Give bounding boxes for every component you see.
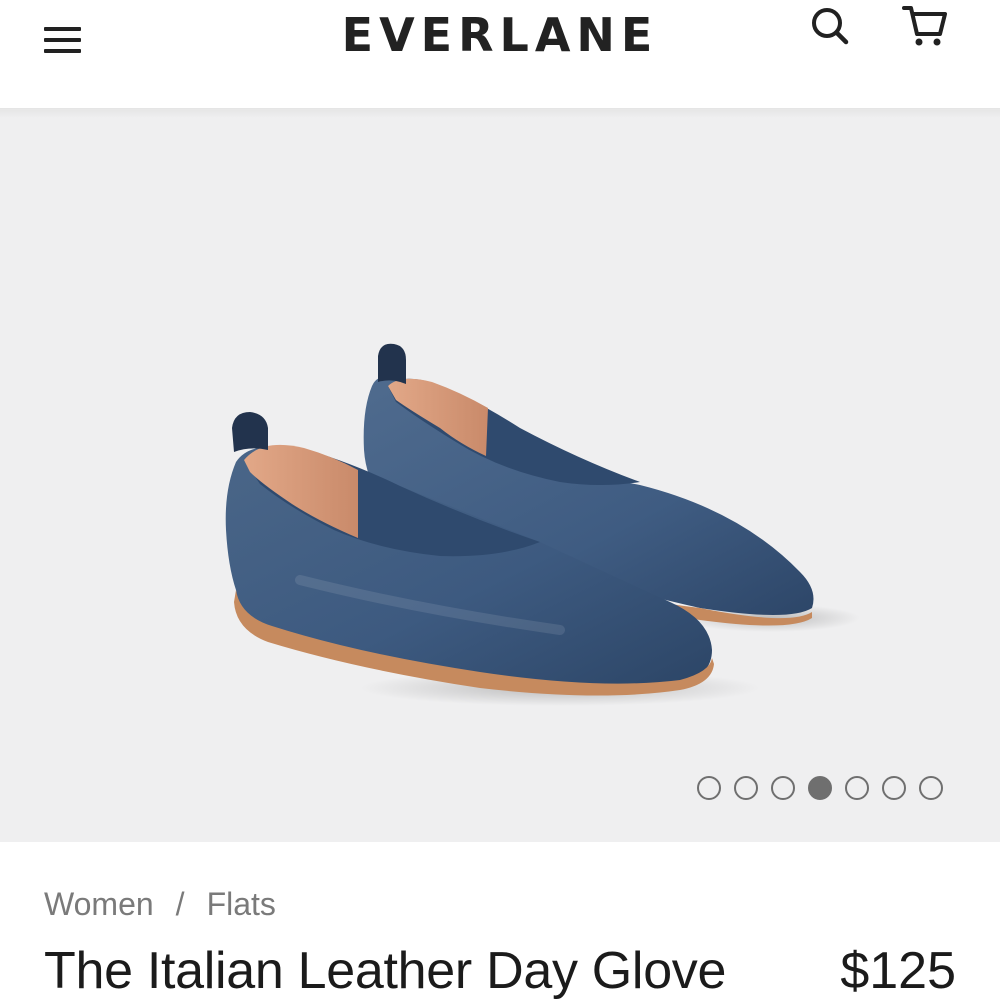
product-price: $125 bbox=[840, 942, 956, 1000]
carousel-dot[interactable] bbox=[734, 776, 758, 800]
product-image bbox=[225, 343, 860, 706]
logo-link[interactable]: EVERLANE bbox=[330, 4, 682, 62]
product-page: EVERLANE Women / Flats The Italian Leath… bbox=[0, 0, 1000, 1000]
breadcrumb: Women / Flats bbox=[44, 884, 276, 924]
breadcrumb-flats[interactable]: Flats bbox=[207, 886, 276, 922]
carousel-dot[interactable] bbox=[845, 776, 869, 800]
top-header: EVERLANE bbox=[0, 0, 1000, 110]
search-icon[interactable] bbox=[808, 4, 852, 48]
product-image-carousel[interactable] bbox=[0, 110, 1000, 842]
carousel-dot[interactable] bbox=[771, 776, 795, 800]
breadcrumb-women[interactable]: Women bbox=[44, 886, 154, 922]
carousel-dot[interactable] bbox=[919, 776, 943, 800]
header-shadow bbox=[0, 108, 1000, 118]
carousel-dot[interactable] bbox=[808, 776, 832, 800]
product-title: The Italian Leather Day Glove bbox=[44, 942, 727, 1000]
carousel-dot[interactable] bbox=[697, 776, 721, 800]
breadcrumb-separator: / bbox=[175, 886, 185, 922]
carousel-indicators bbox=[697, 776, 943, 802]
shopping-cart-icon[interactable] bbox=[900, 0, 952, 52]
carousel-dot[interactable] bbox=[882, 776, 906, 800]
